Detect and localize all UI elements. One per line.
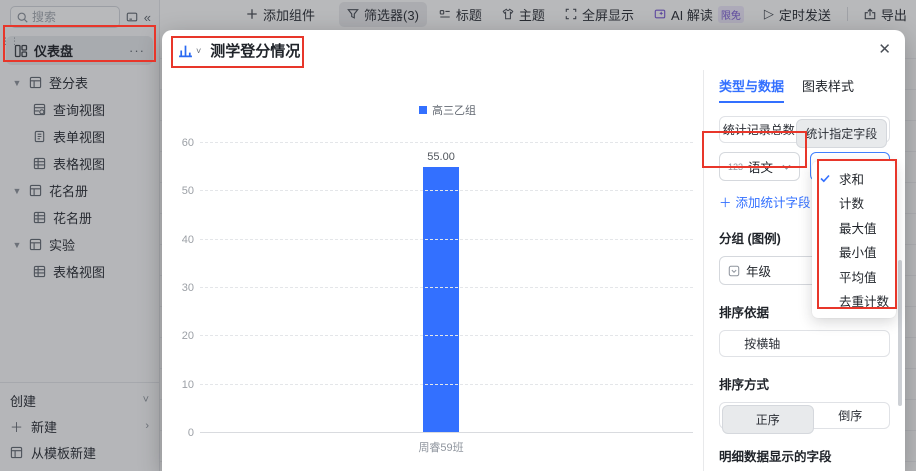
tab-type-and-data[interactable]: 类型与数据 <box>719 76 785 103</box>
y-tick-label: 0 <box>187 427 194 439</box>
select-field-type-icon <box>728 265 740 277</box>
plot-area: 55.00 周睿59班 0 10 20 30 40 50 60 <box>182 137 693 454</box>
menu-item-label: 最小值 <box>839 246 877 261</box>
field-select[interactable]: 123 语文 <box>719 152 800 181</box>
chart-legend[interactable]: 高三乙组 <box>200 102 695 118</box>
chevron-down-icon[interactable]: ˅ <box>196 46 201 56</box>
menu-item-distinct-count[interactable]: 去重计数 <box>812 289 896 314</box>
gridline: 10 <box>182 379 693 391</box>
chart-config-modal: ˅ 测学登分情况 ✕ 高三乙组 55.00 周睿59班 0 10 20 30 40 50 6… <box>162 30 905 471</box>
menu-item-label: 去重计数 <box>839 295 890 310</box>
sort-direction-segmented: 正序 倒序 <box>719 402 890 434</box>
legend-swatch <box>419 106 427 114</box>
field-select-value: 语文 <box>748 161 774 175</box>
menu-item-min[interactable]: 最小值 <box>812 240 896 265</box>
sort-by-horizontal-option[interactable]: 按横轴 <box>720 331 805 356</box>
y-tick-label: 40 <box>181 233 194 246</box>
menu-item-max[interactable]: 最大值 <box>812 215 896 240</box>
aggregation-dropdown-menu: 求和 计数 最大值 最小值 平均值 去重计数 <box>812 161 896 318</box>
menu-item-label: 求和 <box>839 172 865 187</box>
stat-total-records-option[interactable]: 统计记录总数 <box>722 119 796 140</box>
y-tick-label: 10 <box>181 378 194 391</box>
y-tick-label: 60 <box>181 137 194 149</box>
gridline: 0 <box>188 427 693 439</box>
number-field-type-icon: 123 <box>728 161 744 172</box>
chart-pane: 高三乙组 55.00 周睿59班 0 10 20 30 40 50 60 <box>162 70 703 471</box>
group-select-value: 年级 <box>746 265 772 279</box>
menu-item-sum[interactable]: 求和 <box>812 166 896 191</box>
sort-by-hidden-option[interactable] <box>805 331 890 356</box>
add-stat-field-label: 添加统计字段 <box>735 196 811 210</box>
modal-header: ˅ 测学登分情况 ✕ <box>162 30 905 70</box>
chevron-down-icon <box>781 164 791 170</box>
sort-by-control[interactable]: 按横轴 <box>719 330 890 357</box>
chart-title: 测学登分情况 <box>210 42 301 60</box>
check-icon <box>820 174 830 183</box>
y-tick-label: 50 <box>181 185 194 198</box>
stat-mode-segmented: 统计记录总数 统计指定字段 <box>719 116 890 148</box>
menu-item-label: 平均值 <box>839 270 877 285</box>
tab-chart-style[interactable]: 图表样式 <box>802 76 854 103</box>
gridline: 20 <box>182 330 693 342</box>
menu-item-label: 计数 <box>839 197 865 212</box>
x-axis-label: 周睿59班 <box>418 442 464 454</box>
plus-icon: ＋ <box>719 196 732 210</box>
screen: « ⋮⋮ 仪表盘 ··· ▼ 登分表 <box>0 0 916 471</box>
bar[interactable]: 55.00 <box>423 151 460 433</box>
close-icon[interactable]: ✕ <box>878 40 891 58</box>
sort-desc-option[interactable]: 倒序 <box>814 405 888 426</box>
stat-specified-field-option[interactable]: 统计指定字段 <box>795 119 887 148</box>
panel-scrollbar[interactable] <box>898 260 902 406</box>
sort-direction-label: 排序方式 <box>719 378 770 392</box>
gridline: 50 <box>182 185 693 197</box>
gridline: 40 <box>182 234 693 246</box>
y-tick-label: 30 <box>181 282 194 294</box>
panel-tabs: 类型与数据 图表样式 <box>719 76 890 103</box>
y-tick-label: 20 <box>181 330 194 343</box>
menu-item-count[interactable]: 计数 <box>812 191 896 216</box>
gridline: 30 <box>182 282 693 294</box>
detail-fields-label: 明细数据显示的字段 <box>719 450 832 464</box>
bar-value-label: 55.00 <box>427 151 455 164</box>
bar-chart-icon[interactable] <box>178 43 193 58</box>
gridline: 60 <box>182 137 693 149</box>
legend-label: 高三乙组 <box>432 105 476 117</box>
menu-item-average[interactable]: 平均值 <box>812 264 896 289</box>
menu-item-label: 最大值 <box>839 221 877 236</box>
sort-asc-option[interactable]: 正序 <box>722 405 814 434</box>
